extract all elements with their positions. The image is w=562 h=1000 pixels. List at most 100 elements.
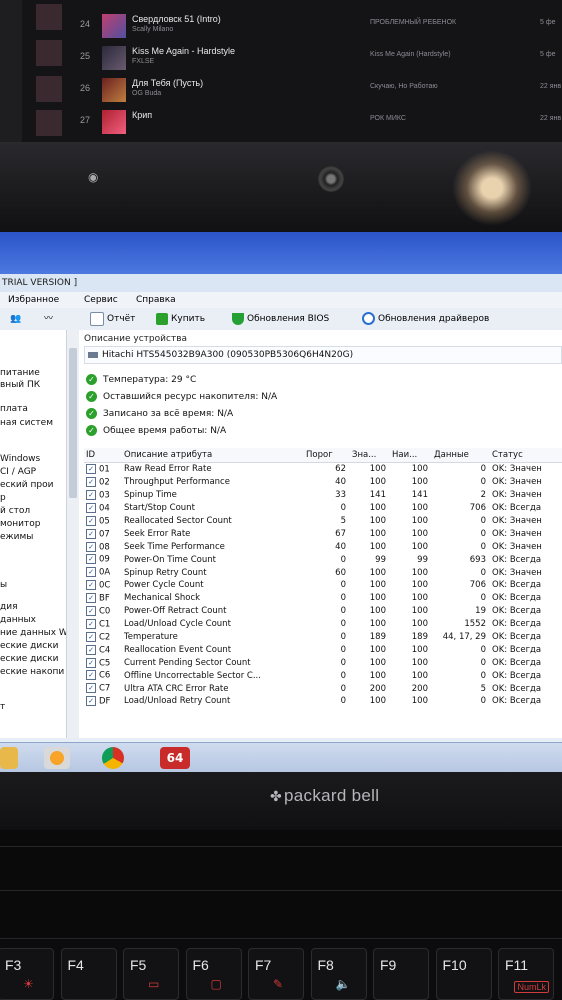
- table-row[interactable]: ✓ BF Mechanical Shock 0 100 100 0 OK: Всегда: [84, 592, 562, 605]
- table-row[interactable]: ✓ C0 Power-Off Retract Count 0 100 100 19 OK: В…: [84, 605, 562, 618]
- table-row[interactable]: ✓ 04 Start/Stop Count 0 100 100 706 OK: Всегда: [84, 502, 562, 515]
- attribute-checkbox[interactable]: ✓: [86, 683, 96, 694]
- attribute-checkbox[interactable]: ✓: [86, 554, 96, 565]
- column-header-status[interactable]: Статус: [490, 448, 562, 463]
- key-f10[interactable]: F10: [435, 948, 492, 1000]
- tree-item[interactable]: ние данных W: [0, 628, 68, 638]
- column-header-id[interactable]: ID: [84, 448, 122, 463]
- attribute-checkbox[interactable]: ✓: [86, 631, 96, 642]
- tree-item[interactable]: й стол: [0, 506, 30, 516]
- taskbar-media-player[interactable]: [44, 747, 70, 769]
- attribute-checkbox[interactable]: ✓: [86, 515, 96, 526]
- menu-favorites[interactable]: Избранное: [8, 292, 59, 308]
- table-row[interactable]: ✓ C5 Current Pending Sector Count 0 100 100 0 O…: [84, 656, 562, 669]
- tree-item[interactable]: вный ПК: [0, 380, 40, 390]
- table-row[interactable]: ✓ 07 Seek Error Rate 67 100 100 0 OK: Значен: [84, 527, 562, 540]
- tree-item[interactable]: т: [0, 702, 5, 712]
- track-artist[interactable]: OG Buda: [132, 90, 161, 97]
- attribute-checkbox[interactable]: ✓: [86, 477, 96, 488]
- buy-button[interactable]: Купить: [156, 308, 205, 330]
- playlist-track[interactable]: 27 Крип РОК МИКС 22 янв: [80, 110, 562, 136]
- table-row[interactable]: ✓ C1 Load/Unload Cycle Count 0 100 100 1552 OK:…: [84, 618, 562, 631]
- attribute-checkbox[interactable]: ✓: [86, 464, 96, 475]
- attribute-checkbox[interactable]: ✓: [86, 696, 96, 707]
- attribute-checkbox[interactable]: ✓: [86, 657, 96, 668]
- device-field[interactable]: Hitachi HTS545032B9A300 (090530PB5306Q6H…: [84, 346, 562, 364]
- track-title[interactable]: Kiss Me Again - Hardstyle: [132, 46, 235, 56]
- track-album[interactable]: Скучаю, Но Работаю: [370, 83, 438, 90]
- tree-item[interactable]: ы: [0, 580, 7, 590]
- attribute-checkbox[interactable]: ✓: [86, 502, 96, 513]
- tree-item[interactable]: CI / AGP: [0, 467, 36, 477]
- tree-item[interactable]: данных: [0, 615, 36, 625]
- table-row[interactable]: ✓ 05 Reallocated Sector Count 5 100 100 0 OK: З…: [84, 515, 562, 528]
- table-row[interactable]: ✓ C7 Ultra ATA CRC Error Rate 0 200 200 5 OK: В…: [84, 682, 562, 695]
- tree-item[interactable]: Windows: [0, 454, 40, 464]
- track-album[interactable]: ПРОБЛЕМНЫЙ РЕБЕНОК: [370, 19, 456, 26]
- attribute-checkbox[interactable]: ✓: [86, 605, 96, 616]
- attribute-checkbox[interactable]: ✓: [86, 489, 96, 500]
- attribute-checkbox[interactable]: ✓: [86, 618, 96, 629]
- column-header-value[interactable]: Зна...: [350, 448, 390, 463]
- column-header-threshold[interactable]: Порог: [304, 448, 350, 463]
- tree-scrollbar[interactable]: [66, 330, 79, 738]
- users-icon[interactable]: 👥: [10, 308, 21, 330]
- column-header-worst[interactable]: Наи...: [390, 448, 432, 463]
- key-f4[interactable]: F4: [60, 948, 117, 1000]
- table-row[interactable]: ✓ 09 Power-On Time Count 0 99 99 693 OK: Всегда: [84, 553, 562, 566]
- menu-help[interactable]: Справка: [136, 292, 176, 308]
- table-row[interactable]: ✓ 08 Seek Time Performance 40 100 100 0 OK: Зна…: [84, 540, 562, 553]
- taskbar-explorer[interactable]: [0, 747, 18, 769]
- taskbar-chrome[interactable]: [102, 747, 124, 769]
- track-title[interactable]: Свердловск 51 (Intro): [132, 14, 221, 24]
- tree-item[interactable]: еские диски: [0, 654, 58, 664]
- tree-item[interactable]: монитор: [0, 519, 41, 529]
- attribute-checkbox[interactable]: ✓: [86, 580, 96, 591]
- tree-item[interactable]: еские накопи: [0, 667, 64, 677]
- chart-icon[interactable]: 〰: [44, 308, 53, 330]
- tree-item[interactable]: р: [0, 493, 6, 503]
- table-row[interactable]: ✓ 03 Spinup Time 33 141 141 2 OK: Значен: [84, 489, 562, 502]
- track-title[interactable]: Крип: [132, 110, 152, 120]
- key-f9[interactable]: F9: [373, 948, 429, 1000]
- driver-updates-button[interactable]: Обновления драйверов: [362, 308, 489, 330]
- tree-item[interactable]: дия: [0, 602, 18, 612]
- track-artist[interactable]: FXLSE: [132, 58, 154, 65]
- tree-item[interactable]: ная систем: [0, 418, 53, 428]
- track-title[interactable]: Для Тебя (Пусть): [132, 78, 203, 88]
- tree-item[interactable]: ежимы: [0, 532, 33, 542]
- bios-updates-button[interactable]: Обновления BIOS: [232, 308, 329, 330]
- attribute-checkbox[interactable]: ✓: [86, 528, 96, 539]
- key-f7[interactable]: F7 ✎: [248, 948, 304, 1000]
- playlist-track[interactable]: 25 Kiss Me Again - Hardstyle FXLSE Kiss …: [80, 46, 562, 72]
- table-row[interactable]: ✓ 0A Spinup Retry Count 60 100 100 0 OK: Значен: [84, 566, 562, 579]
- key-f5[interactable]: F5 ▭: [123, 948, 179, 1000]
- window-titlebar[interactable]: TRIAL VERSION ]: [0, 274, 562, 293]
- table-row[interactable]: ✓ 0C Power Cycle Count 0 100 100 706 OK: Всегда: [84, 579, 562, 592]
- tree-item[interactable]: плата: [0, 404, 28, 414]
- attribute-checkbox[interactable]: ✓: [86, 593, 96, 604]
- key-f3[interactable]: F3 ☀: [0, 948, 54, 1000]
- column-header-attribute[interactable]: Описание атрибута: [122, 448, 304, 463]
- key-f11[interactable]: F11 NumLk: [498, 948, 554, 1000]
- table-row[interactable]: ✓ C4 Reallocation Event Count 0 100 100 0 OK: В…: [84, 643, 562, 656]
- attribute-checkbox[interactable]: ✓: [86, 541, 96, 552]
- track-album[interactable]: РОК МИКС: [370, 115, 406, 122]
- attribute-checkbox[interactable]: ✓: [86, 670, 96, 681]
- table-row[interactable]: ✓ DF Load/Unload Retry Count 0 100 100 0 OK: Вс…: [84, 695, 562, 708]
- track-album[interactable]: Kiss Me Again (Hardstyle): [370, 51, 451, 58]
- tree-item[interactable]: еский прои: [0, 480, 53, 490]
- playlist-track[interactable]: 26 Для Тебя (Пусть) OG Buda Скучаю, Но Р…: [80, 78, 562, 104]
- taskbar-aida64[interactable]: 64: [160, 747, 190, 769]
- report-button[interactable]: Отчёт: [90, 308, 135, 330]
- track-artist[interactable]: Scally Milano: [132, 26, 173, 33]
- playlist-track[interactable]: 24 Свердловск 51 (Intro) Scally Milano П…: [80, 14, 562, 40]
- tree-item[interactable]: питание: [0, 368, 40, 378]
- attribute-checkbox[interactable]: ✓: [86, 567, 96, 578]
- scrollbar-thumb[interactable]: [69, 348, 77, 498]
- key-f6[interactable]: F6 ▢: [185, 948, 242, 1000]
- table-row[interactable]: ✓ 01 Raw Read Error Rate 62 100 100 0 OK: Значе…: [84, 463, 562, 476]
- attribute-checkbox[interactable]: ✓: [86, 644, 96, 655]
- table-row[interactable]: ✓ C6 Offline Uncorrectable Sector C... 0 100…: [84, 669, 562, 682]
- menu-service[interactable]: Сервис: [84, 292, 118, 308]
